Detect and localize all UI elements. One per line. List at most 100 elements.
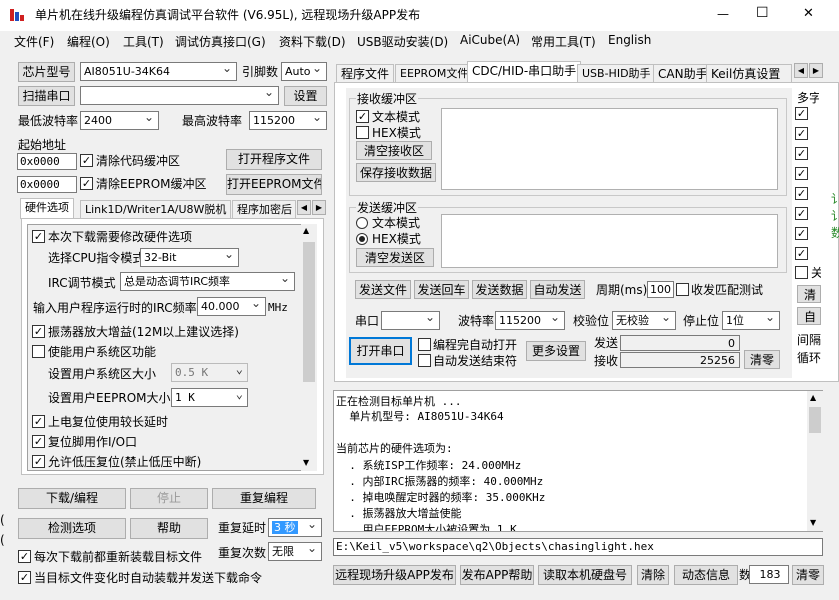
hw-scrollbar[interactable]: ▲ ▼ <box>301 224 317 471</box>
menu-english[interactable]: English <box>608 33 651 47</box>
minimize-icon[interactable]: — <box>717 6 729 22</box>
cpu-mode-select[interactable]: 32-Bit <box>140 248 239 267</box>
clear-button[interactable]: 清除 <box>637 565 669 585</box>
clear-eeprom-checkbox[interactable]: ✓ <box>80 177 93 190</box>
side-checkbox[interactable]: ✓ <box>795 127 808 140</box>
reset-io-checkbox[interactable]: ✓ <box>32 435 45 448</box>
menu-debug[interactable]: 调试仿真接口(G) <box>175 33 266 50</box>
menu-common-tools[interactable]: 常用工具(T) <box>531 33 596 50</box>
maximize-icon[interactable]: ☐ <box>756 5 769 21</box>
chip-model-button[interactable]: 芯片型号 <box>18 62 75 82</box>
auto-send-end-checkbox[interactable] <box>418 354 431 367</box>
tab-link1d[interactable]: Link1D/Writer1A/U8W脱机 <box>80 200 232 219</box>
open-eeprom-button[interactable]: 打开EEPROM文件 <box>226 174 322 195</box>
clear-counter-button[interactable]: 清零 <box>792 565 824 585</box>
rtab-scroll-left-icon[interactable]: ◀ <box>794 63 808 78</box>
osc-gain-checkbox[interactable]: ✓ <box>32 325 45 338</box>
recv-textarea[interactable] <box>441 108 778 190</box>
parity-select[interactable]: 无校验 <box>612 311 676 330</box>
close-icon[interactable]: ✕ <box>803 6 814 22</box>
clear-recv-button[interactable]: 清空接收区 <box>356 141 432 160</box>
read-disk-button[interactable]: 读取本机硬盘号 <box>538 565 632 585</box>
tab-keil[interactable]: Keil仿真设置 <box>706 64 792 83</box>
side-clear-button[interactable]: 清 <box>797 285 821 303</box>
tab-eeprom-file[interactable]: EEPROM文件 <box>395 64 474 83</box>
repeat-delay-select[interactable]: 3 秒 <box>268 518 322 537</box>
check-options-button[interactable]: 检测选项 <box>18 518 126 539</box>
long-reset-checkbox[interactable]: ✓ <box>32 415 45 428</box>
auto-load-checkbox[interactable]: ✓ <box>18 571 31 584</box>
reprogram-button[interactable]: 重复编程 <box>212 488 316 509</box>
hw-scroll-thumb[interactable] <box>303 242 315 382</box>
menu-tools[interactable]: 工具(T) <box>123 33 164 50</box>
menu-program[interactable]: 编程(O) <box>67 33 110 50</box>
side-checkbox[interactable]: ✓ <box>795 167 808 180</box>
more-settings-button[interactable]: 更多设置 <box>526 341 586 361</box>
tab-encrypt[interactable]: 程序加密后 <box>232 200 296 219</box>
save-recv-button[interactable]: 保存接收数据 <box>356 163 436 182</box>
max-baud-select[interactable]: 115200 <box>249 111 327 130</box>
stop-button[interactable]: 停止 <box>130 488 208 509</box>
baud-select[interactable]: 115200 <box>495 311 565 330</box>
chip-model-select[interactable]: AI8051U-34K64 <box>80 62 237 81</box>
side-checkbox[interactable]: ✓ <box>795 187 808 200</box>
eeprom-size-select[interactable]: 1 K <box>171 388 248 407</box>
side-checkbox[interactable]: ✓ <box>795 107 808 120</box>
menu-download[interactable]: 资料下载(D) <box>279 33 346 50</box>
auto-send-button[interactable]: 自动发送 <box>530 280 585 299</box>
min-baud-select[interactable]: 2400 <box>80 111 159 130</box>
send-data-button[interactable]: 发送数据 <box>472 280 527 299</box>
send-hex-radio[interactable] <box>356 233 368 245</box>
clear-count-button[interactable]: 清零 <box>744 350 780 369</box>
send-file-button[interactable]: 发送文件 <box>355 280 411 299</box>
publish-app-button[interactable]: 远程现场升级APP发布 <box>333 565 456 585</box>
log-scrollbar[interactable]: ▲ ▼ <box>807 391 823 531</box>
send-text-radio[interactable] <box>356 217 368 229</box>
serial-port-select[interactable] <box>381 311 440 330</box>
log-scroll-thumb[interactable] <box>809 407 821 433</box>
recv-hex-checkbox[interactable] <box>356 126 369 139</box>
period-input[interactable]: 100 <box>647 281 674 298</box>
tab-usb-hid[interactable]: USB-HID助手 <box>577 64 656 83</box>
dynamic-info-button[interactable]: 动态信息 <box>674 565 738 585</box>
clear-send-button[interactable]: 清空发送区 <box>356 248 434 267</box>
tab-program-file[interactable]: 程序文件 <box>336 64 395 83</box>
rtab-scroll-right-icon[interactable]: ▶ <box>809 63 823 78</box>
file-path-field[interactable]: E:\Keil_v5\workspace\q2\Objects\chasingl… <box>333 538 823 556</box>
stop-bits-select[interactable]: 1位 <box>722 311 780 330</box>
download-button[interactable]: 下载/编程 <box>18 488 126 509</box>
scroll-up-icon[interactable]: ▲ <box>303 226 309 235</box>
menu-usb[interactable]: USB驱动安装(D) <box>357 33 448 50</box>
port-select[interactable] <box>80 86 279 105</box>
open-serial-button[interactable]: 打开串口 <box>349 337 412 365</box>
match-test-checkbox[interactable] <box>676 283 689 296</box>
help-button[interactable]: 帮助 <box>130 518 208 539</box>
scroll-down-icon[interactable]: ▼ <box>810 518 816 527</box>
low-volt-checkbox[interactable]: ✓ <box>32 455 45 468</box>
side-checkbox[interactable]: ✓ <box>795 207 808 220</box>
pins-select[interactable]: Auto <box>281 62 327 81</box>
eeprom-address-input[interactable]: 0x0000 <box>17 176 77 193</box>
tab-scroll-left-icon[interactable]: ◀ <box>297 200 311 215</box>
repeat-count-select[interactable]: 无限 <box>268 542 322 561</box>
side-checkbox[interactable]: ✓ <box>795 147 808 160</box>
irc-mode-select[interactable]: 总是动态调节IRC频率 <box>120 272 295 291</box>
side-checkbox[interactable] <box>795 266 808 279</box>
user-sys-area-checkbox[interactable] <box>32 345 45 358</box>
scan-port-button[interactable]: 扫描串口 <box>18 86 75 106</box>
send-textarea[interactable] <box>441 214 778 268</box>
send-return-button[interactable]: 发送回车 <box>414 280 469 299</box>
irc-freq-select[interactable]: 40.000 <box>197 297 266 316</box>
auto-open-checkbox[interactable] <box>418 338 431 351</box>
recv-text-checkbox[interactable]: ✓ <box>356 110 369 123</box>
clear-code-checkbox[interactable]: ✓ <box>80 154 93 167</box>
tab-can[interactable]: CAN助手 <box>653 64 713 83</box>
tab-scroll-right-icon[interactable]: ▶ <box>312 200 326 215</box>
code-address-input[interactable]: 0x0000 <box>17 153 77 170</box>
publish-help-button[interactable]: 发布APP帮助 <box>460 565 534 585</box>
menu-aicube[interactable]: AiCube(A) <box>460 33 520 47</box>
tab-serial-assistant[interactable]: CDC/HID-串口助手 <box>467 61 582 82</box>
menu-file[interactable]: 文件(F) <box>14 33 54 50</box>
side-checkbox[interactable]: ✓ <box>795 247 808 260</box>
tab-hardware[interactable]: 硬件选项 <box>20 198 74 219</box>
